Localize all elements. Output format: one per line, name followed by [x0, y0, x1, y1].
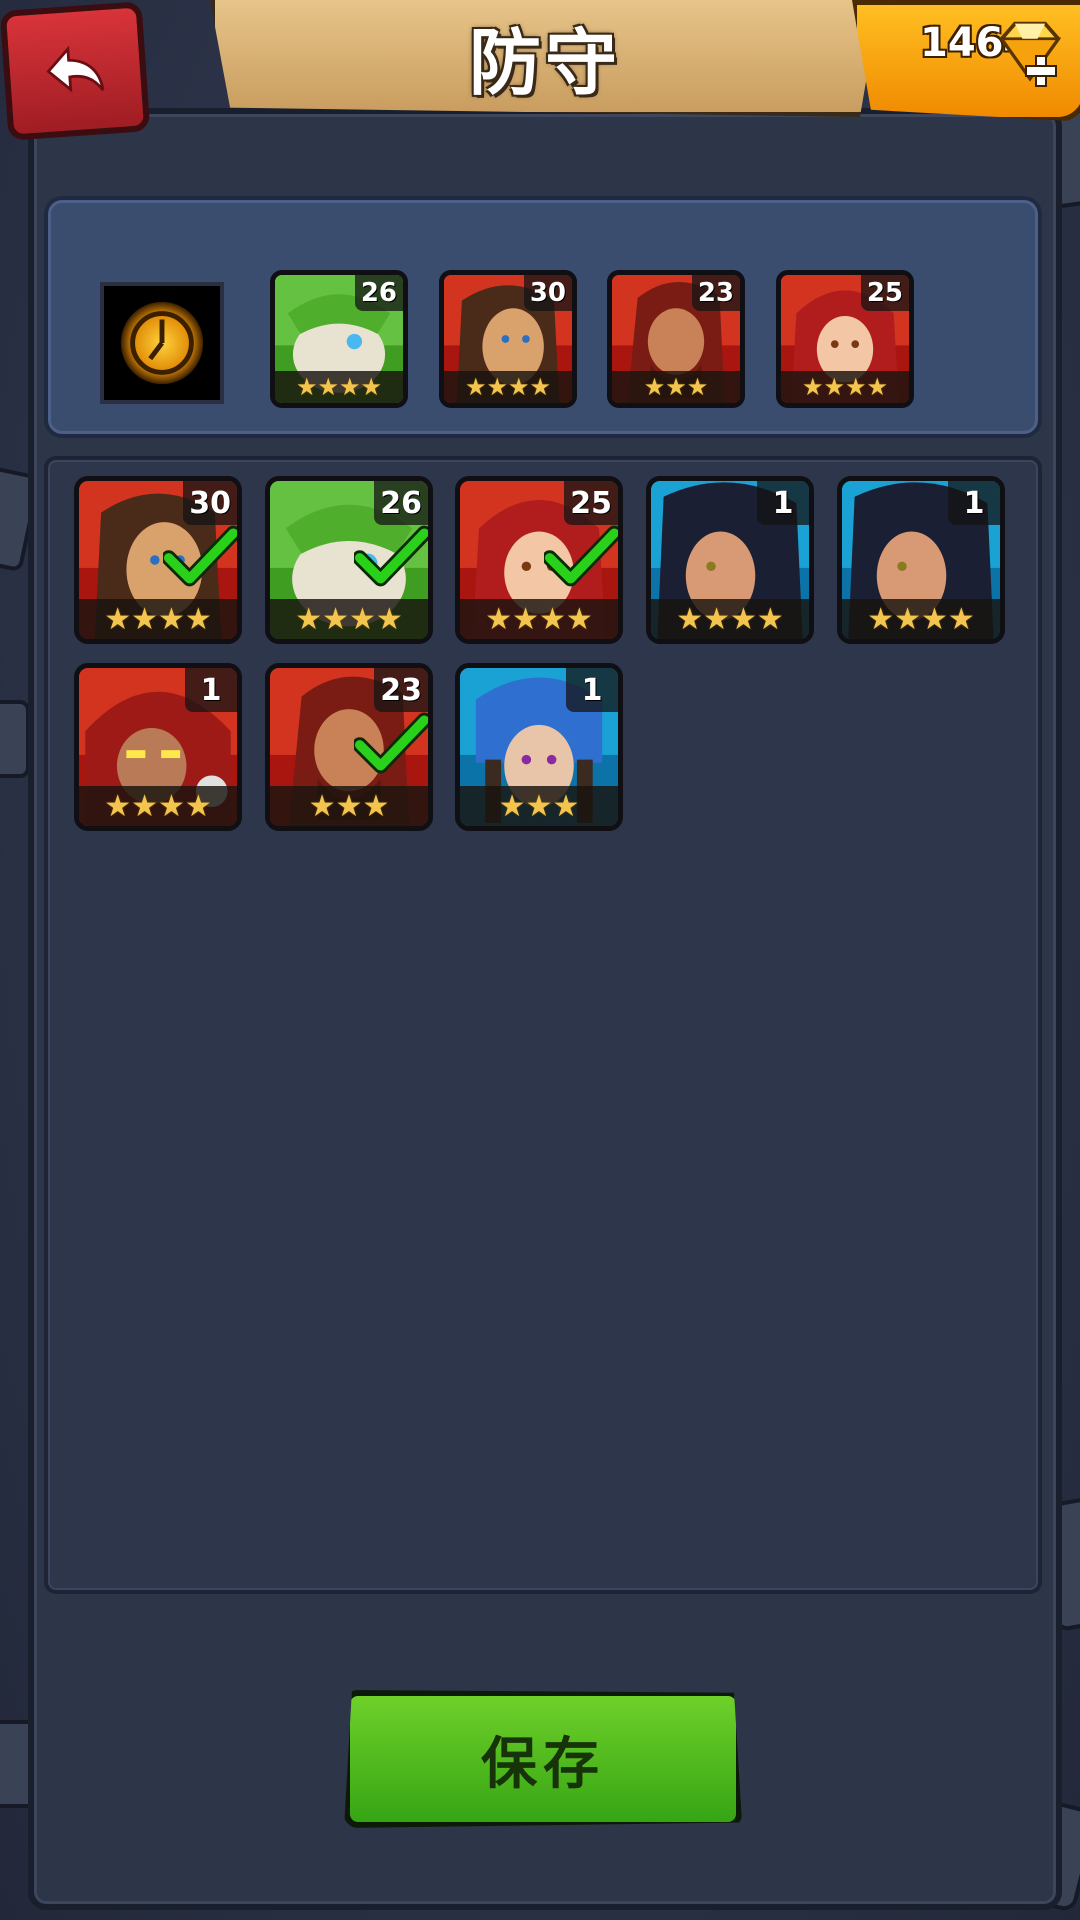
- checkmark-icon: [354, 712, 428, 774]
- hero-card-red-haired-woman[interactable]: 25 ★★★★: [776, 270, 914, 408]
- star-rating: ★★★★: [79, 599, 237, 639]
- back-button[interactable]: [0, 1, 151, 141]
- hero-level: 1: [185, 668, 237, 712]
- hero-level: 26: [374, 481, 428, 525]
- hero-level: 23: [691, 275, 740, 311]
- save-button[interactable]: 保存: [344, 1690, 742, 1828]
- star-rating: ★★★★: [460, 599, 618, 639]
- star-rating: ★★★★: [781, 371, 909, 403]
- back-arrow-icon: [46, 45, 105, 93]
- star-rating: ★★★★: [270, 599, 428, 639]
- star-rating: ★★★★: [275, 371, 403, 403]
- hero-level: 1: [566, 668, 618, 712]
- star-rating: ★★★★: [651, 599, 809, 639]
- page-title: 防守: [468, 20, 621, 105]
- hero-level: 30: [523, 275, 572, 311]
- hero-card-braided-elf-woman[interactable]: 1 ★★★: [455, 663, 623, 831]
- hero-level: 30: [183, 481, 237, 525]
- title-banner: 防守: [210, 0, 880, 117]
- checkmark-icon: [544, 525, 618, 587]
- frame-rock: [0, 700, 30, 778]
- star-rating: ★★★★: [444, 371, 572, 403]
- star-rating: ★★★: [612, 371, 740, 403]
- hero-level: 1: [757, 481, 809, 525]
- hero-card-dark-haired-woman[interactable]: 1 ★★★★: [646, 476, 814, 644]
- emblem-slot[interactable]: [100, 282, 224, 404]
- hero-level: 1: [948, 481, 1000, 525]
- hero-card-long-haired-warrior[interactable]: 30 ★★★★: [439, 270, 577, 408]
- hero-level: 23: [374, 668, 428, 712]
- hero-level: 26: [354, 275, 403, 311]
- star-rating: ★★★: [270, 786, 428, 826]
- save-button-label: 保存: [481, 1731, 605, 1797]
- hero-level: 25: [564, 481, 618, 525]
- checkmark-icon: [163, 525, 237, 587]
- hero-card-long-haired-warrior[interactable]: 30 ★★★★: [74, 476, 242, 644]
- hero-card-red-haired-woman[interactable]: 25 ★★★★: [455, 476, 623, 644]
- hero-card-hooded-gunner[interactable]: 1 ★★★★: [74, 663, 242, 831]
- star-rating: ★★★★: [79, 786, 237, 826]
- plus-icon[interactable]: [1024, 54, 1058, 88]
- star-rating: ★★★★: [842, 599, 1000, 639]
- hero-card-green-armored-beast[interactable]: 26 ★★★★: [270, 270, 408, 408]
- checkmark-icon: [354, 525, 428, 587]
- clock-emblem-icon: [120, 301, 204, 385]
- hero-card-green-armored-beast[interactable]: 26 ★★★★: [265, 476, 433, 644]
- hero-card-dark-haired-woman[interactable]: 1 ★★★★: [837, 476, 1005, 644]
- star-rating: ★★★: [460, 786, 618, 826]
- hero-card-red-haired-brute[interactable]: 23 ★★★: [607, 270, 745, 408]
- hero-card-red-haired-brute[interactable]: 23 ★★★: [265, 663, 433, 831]
- hero-level: 25: [860, 275, 909, 311]
